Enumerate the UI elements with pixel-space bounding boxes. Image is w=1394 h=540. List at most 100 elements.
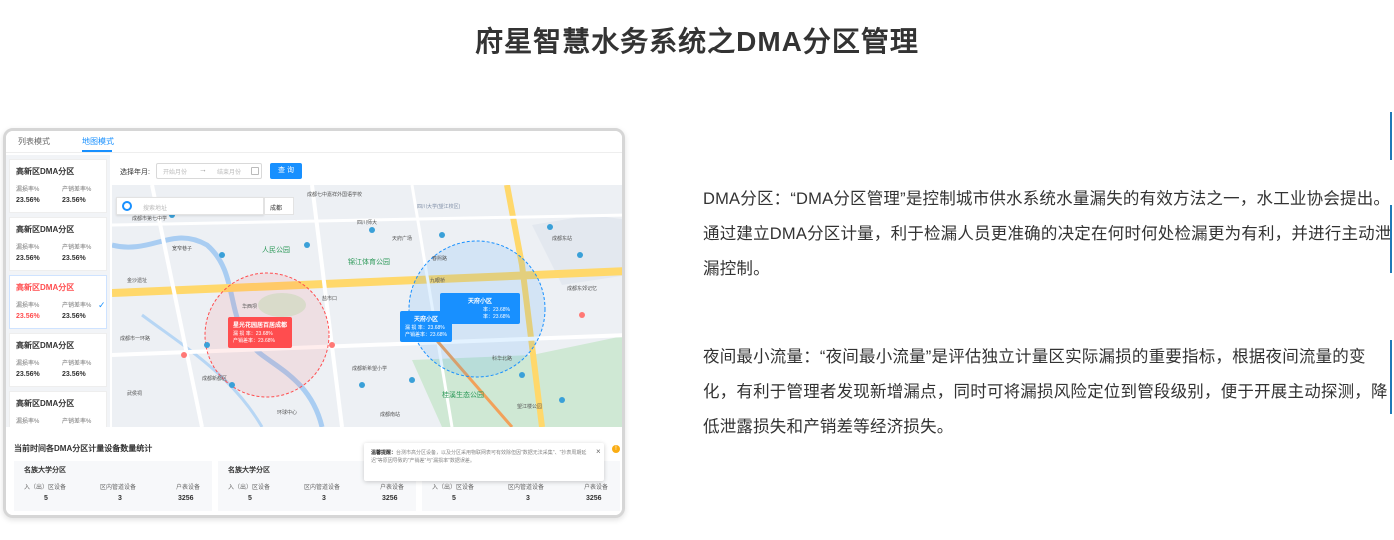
start-month-placeholder: 开始月份	[163, 170, 188, 176]
stat-value: 3256	[586, 495, 602, 502]
leak-rate-label: 漏损率%	[16, 245, 40, 251]
stat-card-name: 名族大学分区	[228, 467, 270, 474]
leak-rate-label: 漏损率%	[16, 419, 40, 425]
side-accent-line	[1390, 205, 1392, 273]
sales-diff-label: 产销差率%	[62, 187, 92, 193]
stat-key: 区内管道设备	[508, 485, 545, 491]
night-flow-description: 夜间最小流量：“夜间最小流量”是评估独立计量区实际漏损的重要指标，根据夜间流量的…	[703, 348, 1388, 436]
popup-sales-diff: 率：23.68%	[483, 314, 510, 320]
map-view[interactable]: 搜索地址 成都 锦江体育公园 四川大学(望江校区) 华西坝 成都七中嘉祥外国语学…	[112, 185, 622, 427]
sales-diff-label: 产销差率%	[62, 245, 92, 251]
map-label: 四川大学(望江校区)	[417, 204, 461, 210]
stat-value: 3256	[178, 495, 194, 502]
dma-name: 高新区DMA分区	[16, 225, 75, 234]
stat-key: 入（出）区设备	[228, 485, 271, 491]
leak-rate-value: 23.56%	[16, 371, 40, 378]
query-button[interactable]: 查 询	[270, 163, 302, 179]
stat-key: 户表设备	[176, 485, 201, 491]
leak-rate-value: 23.56%	[16, 255, 40, 262]
warning-icon[interactable]: !	[612, 445, 620, 453]
map-label: 科华北路	[492, 356, 513, 362]
map-label: 盐市口	[322, 296, 338, 302]
map-label: 成都新希望小学	[352, 366, 388, 372]
sales-diff-value: 23.56%	[62, 371, 86, 378]
active-tab-indicator	[82, 150, 112, 152]
side-accent-line	[1390, 340, 1392, 414]
sales-diff-value: 23.56%	[62, 255, 86, 262]
stats-title: 当前时间各DMA分区计量设备数量统计	[14, 444, 153, 453]
map-label: 九眼桥	[430, 278, 446, 284]
stat-key: 户表设备	[584, 485, 609, 491]
stat-value: 3	[526, 495, 530, 502]
map-label: 四川师大	[357, 220, 378, 226]
map-label: 成都南站	[380, 412, 401, 418]
dma-name: 高新区DMA分区	[16, 399, 75, 408]
map-label: 武侯祠	[127, 391, 143, 397]
stat-value: 3	[322, 495, 326, 502]
stat-value: 3	[118, 495, 122, 502]
stat-value: 5	[44, 495, 48, 502]
close-icon[interactable]: ×	[596, 447, 601, 456]
map-label: 华西坝	[242, 304, 258, 310]
map-label: 桂溪生态公园	[442, 392, 484, 399]
dma-list-item-selected[interactable]: 高新区DMA分区 漏损率% 产销差率% 23.56% 23.56%	[9, 275, 107, 329]
month-range-picker[interactable]: 开始月份 → 结束月份	[156, 163, 262, 179]
end-month-placeholder: 结束月份	[217, 170, 242, 176]
map-label: 成都东郊记忆	[567, 286, 598, 292]
dma-screenshot: 列表模式 地图模式 高新区DMA分区 漏损率% 产销差率% 23.56% 23.…	[3, 128, 625, 518]
sales-diff-value: 23.56%	[62, 197, 86, 204]
map-label: 春熙路	[432, 256, 448, 262]
map-search-placeholder: 搜索地址	[143, 206, 168, 212]
map-label: 金沙遗址	[127, 278, 148, 284]
arrow-right-icon: →	[199, 165, 207, 174]
reminder-text: 温馨提醒：台测市高分区设备，以及分区采用物联网表可有效除但因"数据无法采集"、"…	[371, 449, 593, 465]
stat-key: 户表设备	[380, 485, 405, 491]
map-label: 成都市一环路	[120, 336, 151, 342]
popup-sales-diff: 产销差率：23.68%	[405, 332, 447, 338]
popup-title: 天府小区	[467, 299, 492, 305]
tab-map-mode[interactable]: 地图模式	[82, 136, 114, 147]
leak-rate-value: 23.56%	[16, 197, 40, 204]
sales-diff-label: 产销差率%	[62, 419, 92, 425]
device-stats-panel: 当前时间各DMA分区计量设备数量统计 名族大学分区 入（出）区设备 区内管道设备…	[6, 431, 622, 515]
city-select[interactable]: 成都	[264, 197, 294, 215]
dma-list-item[interactable]: 高新区DMA分区 漏损率% 产销差率% 23.56% 23.56%	[9, 159, 107, 213]
filter-bar: 选择年月: 开始月份 → 结束月份 查 询	[112, 155, 622, 185]
dma-popup-blue[interactable]: 天府小区 率：23.68% 率：23.68%	[440, 293, 520, 324]
stat-value: 5	[248, 495, 252, 502]
map-search-input[interactable]: 搜索地址	[116, 197, 264, 215]
page-title: 府星智慧水务系统之DMA分区管理	[475, 26, 919, 57]
stat-card-name: 名族大学分区	[24, 467, 66, 474]
stat-value: 3256	[382, 495, 398, 502]
reminder-body: 台测市高分区设备，以及分区采用物联网表可有效除但因"数据无法采集"、"抄表周期延…	[371, 450, 587, 464]
stat-key: 区内管道设备	[100, 485, 137, 491]
map-label: 锦江体育公园	[348, 259, 390, 266]
dma-list-item[interactable]: 高新区DMA分区 漏损率% 产销差率%	[9, 391, 107, 427]
dma-popup-red[interactable]: 星光花园居百居成都 漏 损 率：23.68% 产销差率：23.68%	[228, 317, 293, 348]
popup-title: 星光花园居百居成都	[233, 323, 288, 329]
dma-description: DMA分区：“DMA分区管理”是控制城市供水系统水量漏失的有效方法之一，水工业协…	[703, 190, 1392, 278]
leak-rate-label: 漏损率%	[16, 187, 40, 193]
dma-list-item[interactable]: 高新区DMA分区 漏损率% 产销差率% 23.56% 23.56%	[9, 217, 107, 271]
dma-list-item[interactable]: 高新区DMA分区 漏损率% 产销差率% 23.56% 23.56%	[9, 333, 107, 387]
popup-leak-rate: 漏 损 率：23.68%	[405, 325, 445, 331]
side-accent-line	[1390, 112, 1392, 160]
leak-rate-label: 漏损率%	[16, 303, 40, 309]
calendar-icon	[251, 167, 259, 175]
tab-list-mode[interactable]: 列表模式	[18, 136, 50, 147]
map-label: 宽窄巷子	[172, 246, 193, 252]
dma-sidebar: 高新区DMA分区 漏损率% 产销差率% 23.56% 23.56% 高新区DMA…	[6, 155, 110, 427]
month-filter-label: 选择年月:	[120, 169, 150, 176]
leak-rate-value: 23.56%	[16, 313, 40, 320]
mode-tabs: 列表模式 地图模式	[6, 131, 622, 153]
dma-popup-blue[interactable]: 天府小区 漏 损 率：23.68% 产销差率：23.68%	[400, 311, 452, 342]
map-label: 成都新都区	[202, 376, 228, 382]
reminder-tooltip: 温馨提醒：台测市高分区设备，以及分区采用物联网表可有效除但因"数据无法采集"、"…	[364, 443, 604, 481]
sales-diff-label: 产销差率%	[62, 361, 92, 367]
map-label: 人民公园	[262, 247, 290, 254]
map-label: 环球中心	[277, 410, 298, 416]
dma-name: 高新区DMA分区	[16, 167, 75, 176]
map-label: 成都市第七中学	[132, 216, 168, 222]
sales-diff-value: 23.56%	[62, 313, 86, 320]
map-label: 望江楼公园	[517, 404, 543, 410]
